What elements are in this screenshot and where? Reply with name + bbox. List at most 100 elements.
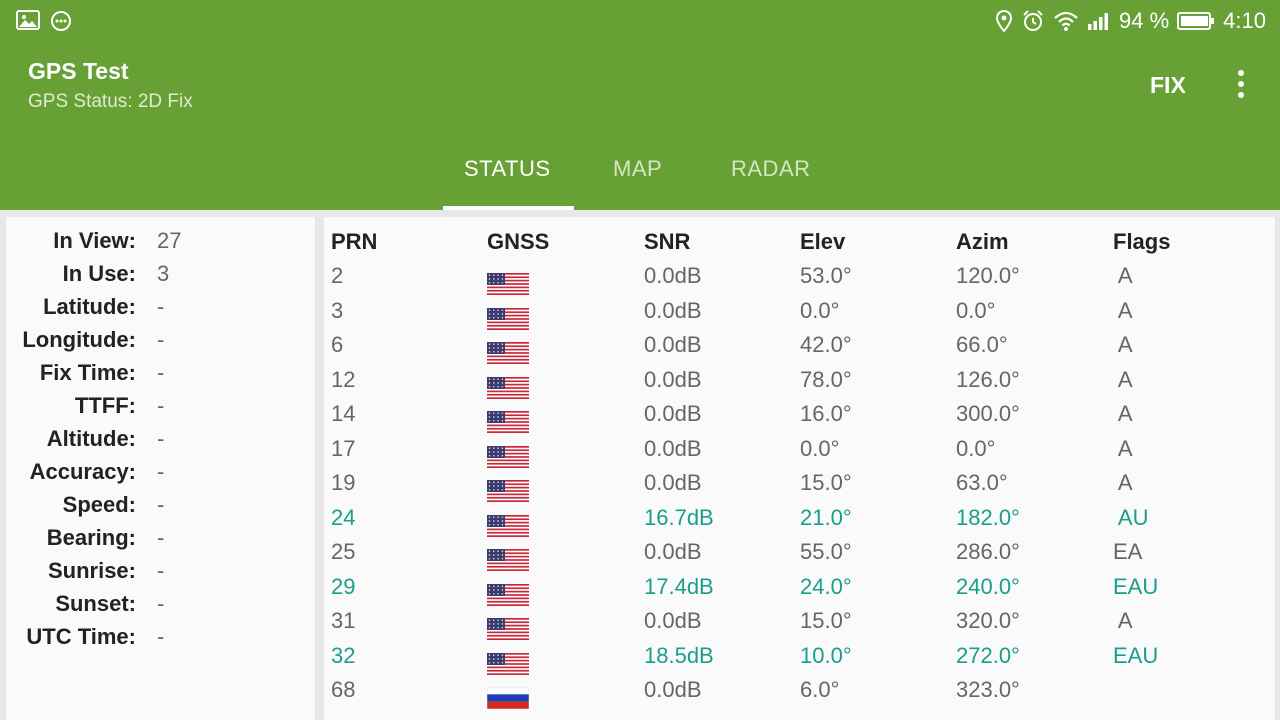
wifi-icon [1053,10,1079,32]
location-icon [995,9,1013,33]
status-row-in-view: In View: 27 [6,228,315,261]
column-header-elev: Elev [800,229,846,254]
usa-flag-icon [487,307,529,330]
status-value: - [157,294,165,319]
table-row: 17 0.0dB 0.0° 0.0° A [324,436,1275,470]
cell-azim: 272.0° [956,642,1020,668]
cell-flags: A [1113,366,1133,392]
cell-elev: 6.0° [800,677,840,702]
column-header-snr: SNR [644,229,691,254]
cell-snr: 0.0dB [644,263,702,288]
cell-elev: 15.0° [800,470,852,495]
status-value: - [157,624,165,649]
usa-flag-icon [487,652,529,675]
cell-flags: A [1113,332,1133,357]
status-row-utc-time: UTC Time: - [6,624,315,657]
column-header-gnss: GNSS [487,229,550,254]
more-options-icon[interactable] [1228,68,1254,102]
status-label: Accuracy: [29,459,136,484]
cell-elev: 10.0° [800,642,852,668]
cell-prn: 68 [331,677,356,702]
cell-prn: 3 [331,297,344,323]
cell-elev: 0.0° [800,435,840,461]
cell-flags: A [1113,263,1133,288]
cell-azim: 120.0° [956,263,1020,288]
cell-prn: 17 [331,435,356,461]
cell-azim: 300.0° [956,401,1020,426]
table-row: 14 0.0dB 16.0° 300.0° A [324,401,1275,435]
cell-azim: 126.0° [956,366,1020,392]
cell-prn: 2 [331,263,344,288]
russia-flag-icon [486,686,530,710]
status-value: - [157,558,165,583]
cell-prn: 19 [331,470,356,495]
status-value: - [157,360,165,385]
cell-flags: EAU [1113,642,1159,668]
status-label: UTC Time: [26,624,136,649]
cell-snr: 0.0dB [644,366,702,392]
gps-status-subtitle: GPS Status: 2D Fix [28,91,193,112]
table-row: 12 0.0dB 78.0° 126.0° A [324,367,1275,401]
cell-flags: EAU [1113,573,1159,599]
status-value: 27 [157,228,182,253]
cell-elev: 21.0° [800,504,852,530]
status-label: TTFF: [74,393,136,418]
cell-prn: 12 [331,366,356,392]
tab-status[interactable]: STATUS [464,156,551,182]
cell-flags: A [1113,470,1133,495]
tab-radar[interactable]: RADAR [731,156,811,182]
app-bar: 94 % 4:10 GPS Test GPS Status: 2D Fix FI… [0,0,1280,210]
cell-elev: 24.0° [800,573,852,599]
status-value: - [157,327,165,352]
cell-elev: 15.0° [800,608,852,633]
cell-prn: 29 [331,573,356,599]
cell-prn: 6 [331,332,344,357]
active-tab-indicator [443,206,574,210]
fix-button[interactable]: FIX [1150,72,1186,99]
cell-flags: A [1113,435,1133,461]
usa-flag-icon [487,445,529,468]
status-row-altitude: Altitude: - [6,426,315,459]
cell-snr: 0.0dB [644,608,702,633]
table-row: 3 0.0dB 0.0° 0.0° A [324,298,1275,332]
status-panel: In View: 27 In Use: 3 Latitude: - Longitude… [6,217,315,720]
cell-flags: EA [1113,539,1143,564]
app-title: GPS Test [28,58,129,84]
status-row-in-use: In Use: 3 [6,261,315,294]
cell-azim: 0.0° [956,435,996,461]
cell-elev: 53.0° [800,263,852,288]
cell-snr: 0.0dB [644,401,702,426]
battery-percent: 94 % [1119,8,1170,33]
status-row-accuracy: Accuracy: - [6,459,315,492]
status-value: - [157,393,165,418]
cell-prn: 14 [331,401,356,426]
cell-azim: 320.0° [956,608,1020,633]
cell-snr: 18.5dB [644,642,714,668]
tab-bar: STATUS MAP RADAR [0,150,1280,210]
status-value: 3 [157,261,170,286]
status-row-bearing: Bearing: - [6,525,315,558]
status-label: Speed: [62,492,136,517]
usa-flag-icon [487,411,529,433]
usa-flag-icon [487,618,529,640]
column-header-flags: Flags [1113,229,1171,254]
usa-flag-icon [487,549,529,571]
tab-map[interactable]: MAP [613,156,662,182]
status-value: - [157,525,165,550]
usa-flag-icon [487,480,529,502]
status-row-ttff: TTFF: - [6,393,315,426]
table-row: 25 0.0dB 55.0° 286.0° EA [324,539,1275,573]
table-row: 19 0.0dB 15.0° 63.0° A [324,470,1275,504]
usa-flag-icon [487,583,529,606]
usa-flag-icon [487,514,529,537]
cell-azim: 240.0° [956,573,1020,599]
usa-flag-icon [487,376,529,399]
status-row-sunset: Sunset: - [6,591,315,624]
cell-snr: 0.0dB [644,539,702,564]
table-row: 29 17.4dB 24.0° 240.0° EAU [324,574,1275,608]
table-row: 2 0.0dB 53.0° 120.0° A [324,263,1275,297]
satellite-table: PRN GNSS SNR Elev Azim Flags 2 0.0dB 53.0°… [324,217,1275,720]
status-label: Longitude: [22,327,136,352]
cell-prn: 32 [331,642,356,668]
status-label: Fix Time: [39,360,136,385]
